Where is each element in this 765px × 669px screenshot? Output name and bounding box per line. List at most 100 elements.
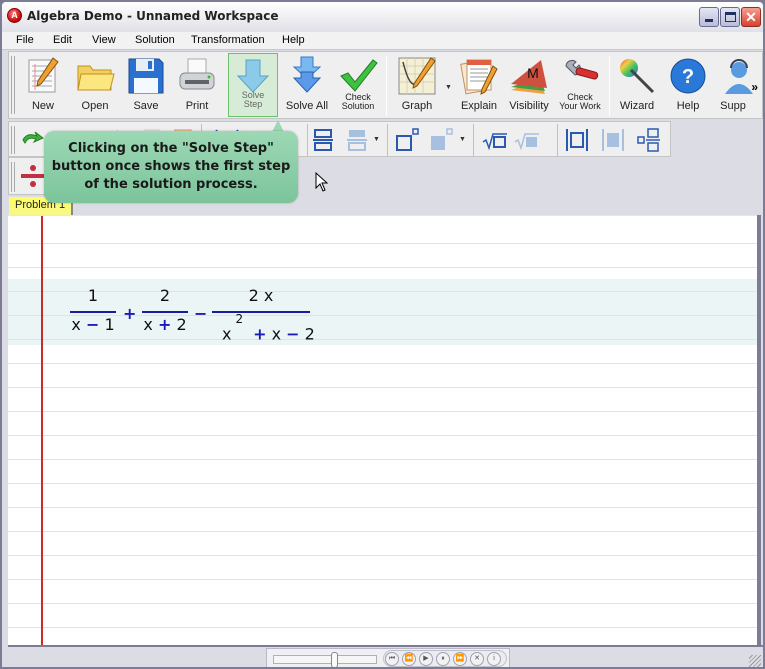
step-slider-thumb[interactable]: [331, 652, 338, 667]
toolbar-separator: [557, 124, 558, 156]
open-label: Open: [81, 100, 109, 112]
menu-transformation[interactable]: Transformation: [191, 34, 265, 46]
callout-text: Clicking on the "Solve Step" button once…: [51, 141, 291, 192]
abs-value-light-icon[interactable]: [599, 126, 627, 154]
player-controls: ⏮ ⏪ ▶ ⏸ ⏩ ✕ i: [383, 650, 507, 667]
explain-button[interactable]: Explain: [453, 52, 505, 118]
close-button[interactable]: ✕: [741, 7, 761, 27]
graph-button[interactable]: Graph: [389, 52, 445, 118]
operator-minus: −: [194, 304, 208, 323]
abs-value-icon[interactable]: [563, 126, 591, 154]
toolbar-separator: [609, 56, 610, 116]
ruled-line: [8, 243, 758, 244]
wizard-label: Wizard: [619, 100, 655, 112]
next-step-button[interactable]: ⏩: [453, 652, 467, 666]
help-button[interactable]: ? Help: [664, 52, 712, 118]
new-document-icon: [28, 57, 59, 93]
menu-help[interactable]: Help: [282, 34, 305, 46]
solve-step-button[interactable]: Solve Step: [228, 53, 278, 117]
fraction-bar: [212, 311, 310, 313]
print-button[interactable]: Print: [172, 52, 222, 118]
graph-label: Graph: [401, 100, 433, 112]
solve-all-button[interactable]: Solve All: [283, 52, 331, 118]
open-button[interactable]: Open: [69, 52, 121, 118]
maximize-button[interactable]: [720, 7, 740, 27]
explain-label: Explain: [460, 100, 498, 112]
ruled-line: [8, 531, 758, 532]
toolbar-separator: [307, 124, 308, 156]
expression-highlight: [8, 279, 758, 345]
undo-icon[interactable]: [19, 126, 47, 154]
stop-button[interactable]: ✕: [470, 652, 484, 666]
fraction-bar: [70, 311, 116, 313]
step-slider[interactable]: [273, 652, 377, 667]
fraction-stack-light-icon[interactable]: [343, 126, 371, 154]
print-label: Print: [185, 100, 209, 112]
maximize-icon: [725, 12, 736, 22]
ruled-line: [8, 483, 758, 484]
info-button[interactable]: i: [487, 652, 501, 666]
superscript-filled-icon[interactable]: [427, 126, 455, 154]
ruled-line: [8, 507, 758, 508]
workspace-page[interactable]: 1 x − 1 + 2 x + 2 − 2 x x2+ x − 2: [8, 215, 758, 645]
denominator: x − 1: [71, 315, 115, 334]
wrench-icon: [565, 59, 599, 80]
divide-icon[interactable]: [19, 162, 47, 190]
denominator: x2+ x − 2: [222, 312, 315, 344]
fraction-dropdown-icon[interactable]: ▼: [373, 136, 380, 143]
margin-line: [41, 216, 43, 645]
new-label: New: [31, 100, 54, 112]
first-step-button[interactable]: ⏮: [385, 652, 399, 666]
graph-dropdown-icon[interactable]: ▼: [445, 84, 452, 91]
ruled-line: [8, 435, 758, 436]
previous-step-button[interactable]: ⏪: [402, 652, 416, 666]
toolbar-overflow-chevron[interactable]: »: [751, 80, 758, 94]
status-bar: ⏮ ⏪ ▶ ⏸ ⏩ ✕ i: [8, 645, 763, 667]
ruled-line: [8, 267, 758, 268]
pause-button[interactable]: ⏸: [436, 652, 450, 666]
menu-bar: File Edit View Solution Transformation H…: [2, 32, 763, 50]
toolbar-grip[interactable]: [11, 56, 15, 114]
new-button[interactable]: New: [19, 52, 67, 118]
fraction-term-1: 1 x − 1: [70, 286, 116, 342]
window-title: Algebra Demo - Unnamed Workspace: [27, 9, 279, 23]
visibility-button[interactable]: M Visibility: [505, 52, 553, 118]
visibility-label: Visibility: [509, 100, 549, 112]
sqrt-icon[interactable]: [481, 126, 509, 154]
menu-edit[interactable]: Edit: [53, 34, 72, 46]
superscript-box-icon[interactable]: [393, 126, 421, 154]
ruled-line: [8, 387, 758, 388]
menu-solution[interactable]: Solution: [135, 34, 175, 46]
magic-wand-icon: [620, 59, 655, 94]
ruled-line: [8, 627, 758, 628]
toolbar-grip[interactable]: [11, 162, 15, 192]
menu-file[interactable]: File: [16, 34, 34, 46]
support-button[interactable]: Supp: [713, 52, 753, 118]
visibility-layers-icon: M: [511, 60, 547, 94]
graph-icon: [398, 57, 436, 95]
ruled-line: [8, 603, 758, 604]
help-label: Help: [676, 100, 700, 112]
numerator: 2 x: [248, 286, 274, 305]
save-button[interactable]: Save: [121, 52, 171, 118]
wizard-button[interactable]: Wizard: [612, 52, 662, 118]
save-label: Save: [133, 100, 159, 112]
toolbar-grip[interactable]: [11, 126, 15, 154]
minimize-button[interactable]: [699, 7, 719, 27]
support-label: Supp: [720, 100, 746, 112]
ruled-line: [8, 339, 758, 340]
check-your-work-button[interactable]: Check Your Work: [554, 52, 606, 118]
check-solution-button[interactable]: Check Solution: [333, 52, 383, 118]
mixed-fraction-icon[interactable]: [635, 126, 663, 154]
resize-grip-icon[interactable]: [749, 655, 761, 667]
step-player: ⏮ ⏪ ▶ ⏸ ⏩ ✕ i: [266, 648, 510, 667]
ruled-line: [8, 579, 758, 580]
help-question-icon: ?: [670, 58, 706, 94]
sqrt-light-icon[interactable]: [513, 126, 541, 154]
superscript-dropdown-icon[interactable]: ▼: [459, 136, 466, 143]
play-button[interactable]: ▶: [419, 652, 433, 666]
menu-view[interactable]: View: [92, 34, 116, 46]
fraction-stack-icon[interactable]: [309, 126, 337, 154]
ruled-line: [8, 459, 758, 460]
ruled-line: [8, 315, 758, 316]
